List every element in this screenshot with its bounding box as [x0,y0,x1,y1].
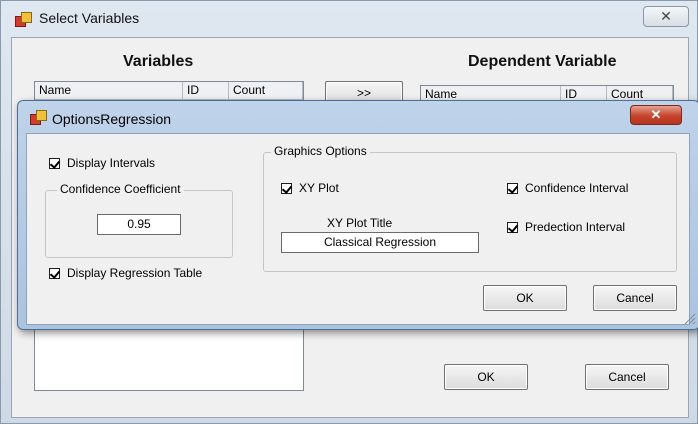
close-button[interactable]: ✕ [643,6,689,27]
display-regression-table-label: Display Regression Table [67,266,203,280]
display-regression-table-checkbox[interactable]: Display Regression Table [49,266,202,280]
cancel-button[interactable]: Cancel [585,364,669,390]
check-mark-icon [507,182,519,194]
window-title: Select Variables [39,10,140,26]
resize-grip-icon[interactable] [682,311,696,325]
check-mark-icon [49,157,61,169]
checkbox-box[interactable] [49,267,61,279]
variables-heading: Variables [123,53,194,70]
check-mark-icon [507,221,519,233]
checkbox-box[interactable] [281,182,293,194]
title-bar[interactable]: Select Variables ✕ [1,1,698,37]
confidence-coefficient-input[interactable]: 0.95 [97,214,181,235]
close-icon: ✕ [660,8,672,24]
ok-button[interactable]: OK [483,285,567,311]
check-mark-icon [49,267,61,279]
confidence-interval-checkbox[interactable]: Confidence Interval [507,181,628,195]
confidence-interval-label: Confidence Interval [525,181,629,195]
column-header-name[interactable]: Name [35,82,183,100]
close-icon: ✕ [650,107,662,122]
display-intervals-checkbox[interactable]: Display Intervals [49,156,155,170]
prediction-interval-label: Predection Interval [525,220,626,234]
checkbox-box[interactable] [507,221,519,233]
display-intervals-label: Display Intervals [67,156,156,170]
ok-button[interactable]: OK [444,364,528,390]
graphics-options-label: Graphics Options [271,144,370,158]
column-header-id[interactable]: ID [183,82,229,100]
confidence-coefficient-label: Confidence Coefficient [57,182,184,196]
options-regression-dialog: OptionsRegression ✕ Display Intervals Co… [17,100,698,330]
app-icon [15,12,32,27]
dialog-title: OptionsRegression [52,111,172,127]
dialog-close-button[interactable]: ✕ [630,105,682,125]
checkbox-box[interactable] [507,182,519,194]
app-icon [30,110,47,125]
dependent-variable-heading: Dependent Variable [468,53,617,70]
checkbox-box[interactable] [49,157,61,169]
prediction-interval-checkbox[interactable]: Predection Interval [507,220,625,234]
check-mark-icon [281,182,293,194]
column-header-count[interactable]: Count [229,82,303,100]
xy-plot-checkbox[interactable]: XY Plot [281,181,339,195]
dialog-client-area: Display Intervals Confidence Coefficient… [26,133,690,325]
cancel-button[interactable]: Cancel [593,285,677,311]
xy-plot-title-input[interactable]: Classical Regression [281,232,479,253]
graphics-options-group [263,152,677,272]
xy-plot-label: XY Plot [299,181,339,195]
xy-plot-title-label: XY Plot Title [327,216,393,230]
